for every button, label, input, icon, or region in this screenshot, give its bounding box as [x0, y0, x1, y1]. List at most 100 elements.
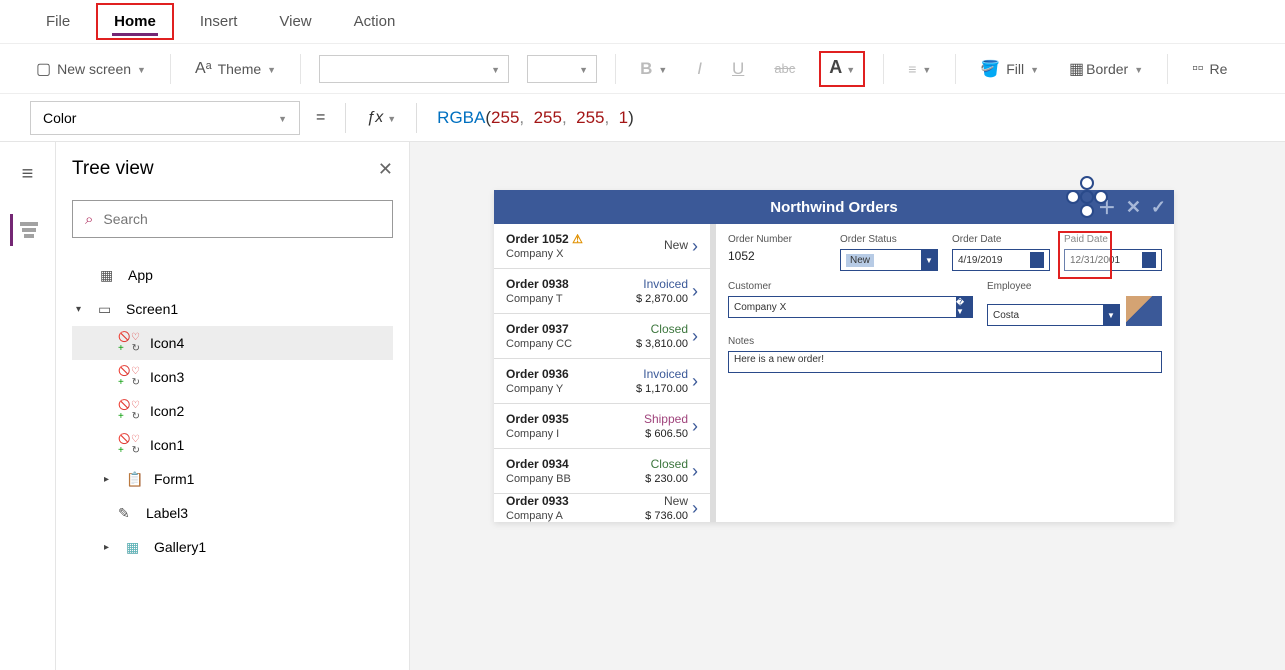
search-input[interactable] — [103, 211, 380, 227]
tree-search[interactable]: ⌕ — [72, 200, 393, 238]
font-select[interactable]: ▼ — [319, 55, 509, 83]
chevron-right-icon: › — [692, 281, 698, 302]
tree-label: Icon1 — [150, 437, 184, 453]
italic-button[interactable]: I — [691, 55, 708, 83]
form-icon: 📋 — [126, 471, 144, 488]
fn-name: RGBA — [437, 108, 485, 128]
chevron-right-icon: ▸ — [104, 474, 116, 485]
new-screen-button[interactable]: ▢ New screen ▼ — [30, 55, 152, 83]
reorder-button[interactable]: ▫▫ Re — [1186, 56, 1233, 82]
tree-item-label3[interactable]: ✎ Label3 — [72, 496, 393, 530]
order-row[interactable]: Order 0938Company T Invoiced$ 2,870.00 › — [494, 269, 710, 314]
border-label: Border — [1086, 61, 1128, 77]
tree-label: Form1 — [154, 471, 194, 487]
order-row[interactable]: Order 0935Company I Shipped$ 606.50 › — [494, 404, 710, 449]
formula-bar: Color ▼ = ƒx ▼ RGBA(255, 255, 255, 1) — [0, 94, 1285, 142]
tree-item-app[interactable]: ▦ App — [72, 258, 393, 292]
reorder-icon: ▫▫ — [1192, 60, 1203, 78]
hamburger-icon[interactable]: ≡ — [12, 158, 44, 190]
tab-action[interactable]: Action — [338, 5, 412, 38]
highlight-box — [1058, 231, 1112, 279]
tree-item-icon1[interactable]: 🚫♡ +↻ Icon1 — [72, 428, 393, 462]
order-row[interactable]: Order 0933Company A New$ 736.00 › — [494, 494, 710, 522]
chevron-right-icon: › — [692, 461, 698, 482]
fill-icon: 🪣 — [980, 59, 1000, 79]
fill-label: Fill — [1006, 61, 1024, 77]
theme-label: Theme — [218, 61, 262, 77]
field-label: Customer — [728, 281, 973, 292]
customer-select[interactable]: Company X� ▼ — [728, 296, 973, 318]
new-screen-label: New screen — [57, 61, 131, 77]
theme-button[interactable]: Aᵃ Theme ▼ — [189, 56, 282, 82]
tree-label: App — [128, 267, 153, 283]
font-color-button[interactable]: A▼ — [819, 51, 865, 87]
field-label: Order Status — [840, 234, 938, 245]
tree-item-icon2[interactable]: 🚫♡ +↻ Icon2 — [72, 394, 393, 428]
border-button[interactable]: ▦ Border ▼ — [1063, 55, 1149, 83]
menu-tabs: File Home Insert View Action — [0, 0, 1285, 44]
tree-item-icon3[interactable]: 🚫♡ +↻ Icon3 — [72, 360, 393, 394]
reload-icon: 🚫♡ +↻ — [118, 332, 140, 354]
chevron-right-icon: › — [692, 371, 698, 392]
tab-insert[interactable]: Insert — [184, 5, 254, 38]
strike-button[interactable]: abc — [768, 57, 801, 80]
fx-label[interactable]: ƒx ▼ — [366, 109, 396, 127]
order-row[interactable]: Order 1052 ⚠Company X New › — [494, 224, 710, 269]
order-row[interactable]: Order 0937Company CC Closed$ 3,810.00 › — [494, 314, 710, 359]
cancel-icon[interactable]: ✕ — [1126, 197, 1141, 218]
add-icon[interactable]: ＋ — [1098, 194, 1116, 220]
tab-file[interactable]: File — [30, 5, 86, 38]
field-label: Notes — [728, 336, 1162, 347]
check-icon[interactable]: ✓ — [1151, 197, 1166, 218]
search-icon: ⌕ — [85, 211, 93, 228]
label-icon: ✎ — [118, 505, 136, 522]
tree-view-icon[interactable] — [10, 214, 42, 246]
font-color-icon: A — [829, 57, 842, 81]
chevron-down-icon: ▾ — [76, 304, 88, 315]
left-rail: ≡ — [0, 142, 56, 670]
order-status-select[interactable]: New▼ — [840, 249, 938, 271]
property-name: Color — [43, 110, 76, 126]
chevron-right-icon: › — [692, 236, 698, 257]
app-title: Northwind Orders — [770, 199, 898, 216]
app-icon: ▦ — [100, 267, 118, 284]
equals-sign: = — [316, 109, 325, 127]
app-preview: Northwind Orders ＋ ✕ ✓ — [494, 190, 1174, 522]
order-row[interactable]: Order 0936Company Y Invoiced$ 1,170.00 › — [494, 359, 710, 404]
order-date-input[interactable]: 4/19/2019 — [952, 249, 1050, 271]
screen-icon: ▭ — [98, 301, 116, 318]
tree-item-screen1[interactable]: ▾ ▭ Screen1 — [72, 292, 393, 326]
tree-label: Screen1 — [126, 301, 178, 317]
calendar-icon — [1142, 252, 1156, 268]
tree-item-form1[interactable]: ▸ 📋 Form1 — [72, 462, 393, 496]
chevron-right-icon: ▸ — [104, 542, 116, 553]
tab-home[interactable]: Home — [96, 3, 174, 40]
font-size-select[interactable]: ▼ — [527, 55, 597, 83]
align-button[interactable]: ≡▼ — [902, 57, 937, 81]
tree-label: Icon4 — [150, 335, 184, 351]
tree-label: Icon3 — [150, 369, 184, 385]
fill-button[interactable]: 🪣 Fill ▼ — [974, 55, 1045, 83]
align-icon: ≡ — [908, 61, 916, 77]
employee-select[interactable]: Costa▼ — [987, 304, 1120, 326]
property-select[interactable]: Color ▼ — [30, 101, 300, 135]
formula-input[interactable]: RGBA(255, 255, 255, 1) — [437, 101, 1255, 135]
tab-view[interactable]: View — [263, 5, 327, 38]
order-row[interactable]: Order 0934Company BB Closed$ 230.00 › — [494, 449, 710, 494]
tree-panel: Tree view ✕ ⌕ ▦ App ▾ ▭ Screen1 🚫♡ +↻ Ic… — [56, 142, 410, 670]
tree-label: Icon2 — [150, 403, 184, 419]
tree-item-icon4[interactable]: 🚫♡ +↻ Icon4 — [72, 326, 393, 360]
bold-button[interactable]: B▼ — [634, 55, 673, 83]
theme-icon: Aᵃ — [195, 60, 212, 78]
main: ≡ Tree view ✕ ⌕ ▦ App ▾ ▭ Screen1 🚫♡ — [0, 142, 1285, 670]
close-icon[interactable]: ✕ — [378, 159, 393, 180]
tree-label: Label3 — [146, 505, 188, 521]
tree-item-gallery1[interactable]: ▸ ▦ Gallery1 — [72, 530, 393, 564]
warning-icon: ⚠ — [572, 232, 583, 246]
screen-icon: ▢ — [36, 59, 51, 79]
border-icon: ▦ — [1069, 59, 1080, 79]
chevron-right-icon: › — [692, 326, 698, 347]
chevron-right-icon: › — [692, 498, 698, 519]
notes-input[interactable]: Here is a new order! — [728, 351, 1162, 373]
underline-button[interactable]: U — [726, 55, 750, 83]
